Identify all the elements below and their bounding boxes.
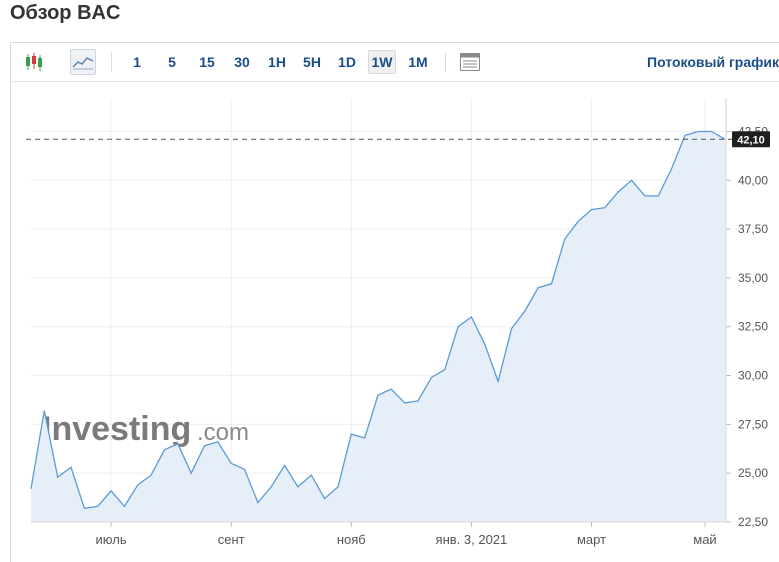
x-tick-label: март bbox=[577, 532, 606, 547]
y-tick-label: 35,00 bbox=[738, 271, 768, 285]
current-price-label: 42,10 bbox=[737, 134, 765, 146]
x-tick-label: нояб bbox=[337, 532, 366, 547]
watermark-suffix: .com bbox=[197, 419, 249, 446]
watermark-main: Investing bbox=[42, 410, 191, 448]
x-tick-label: июль bbox=[96, 532, 127, 547]
y-tick-label: 37,50 bbox=[738, 222, 768, 236]
y-tick-label: 32,50 bbox=[738, 320, 768, 334]
y-tick-label: 22,50 bbox=[738, 515, 768, 529]
y-tick-label: 30,00 bbox=[738, 369, 768, 383]
y-tick-label: 27,50 bbox=[738, 417, 768, 431]
y-tick-label: 25,00 bbox=[738, 466, 768, 480]
price-chart: Investing .com 22,50 25,00 27,50 30,00 32,50… bbox=[26, 98, 770, 547]
x-tick-label: янв. 3, 2021 bbox=[436, 532, 508, 547]
x-tick-label: май bbox=[693, 532, 716, 547]
x-tick-label: сент bbox=[218, 532, 245, 547]
y-tick-label: 40,00 bbox=[738, 173, 768, 187]
